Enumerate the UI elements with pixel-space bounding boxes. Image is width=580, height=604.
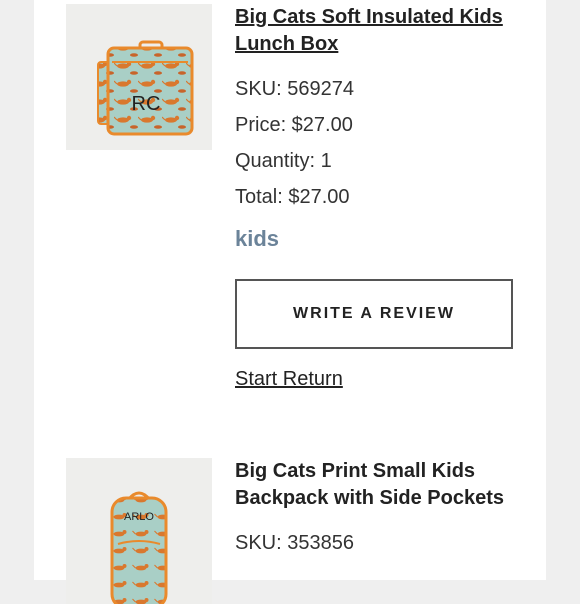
item-total: Total: $27.00 (235, 186, 350, 208)
monogram-text: RC (132, 93, 161, 115)
item-details: Big Cats Soft Insulated Kids Lunch Box S… (235, 4, 525, 252)
item-price: Price: $27.00 (235, 114, 353, 136)
monogram-text: ARLO (124, 511, 154, 523)
brand-label: kids (235, 226, 280, 251)
product-image-lunch-box[interactable]: RC (66, 4, 212, 150)
item-sku: SKU: 353856 (235, 532, 354, 554)
write-review-button[interactable]: WRITE A REVIEW (235, 279, 513, 349)
order-items-panel: RC Big Cats Soft Insulated Kids Lunch Bo… (34, 0, 546, 604)
product-title-link[interactable]: Big Cats Soft Insulated Kids Lunch Box (235, 4, 525, 58)
start-return-link[interactable]: Start Return (235, 368, 343, 391)
product-title-link[interactable]: Big Cats Print Small Kids Backpack with … (235, 458, 525, 512)
product-image-backpack[interactable]: ARLO (66, 458, 212, 604)
item-quantity: Quantity: 1 (235, 150, 332, 172)
item-details: Big Cats Print Small Kids Backpack with … (235, 458, 525, 568)
item-sku: SKU: 569274 (235, 78, 354, 100)
